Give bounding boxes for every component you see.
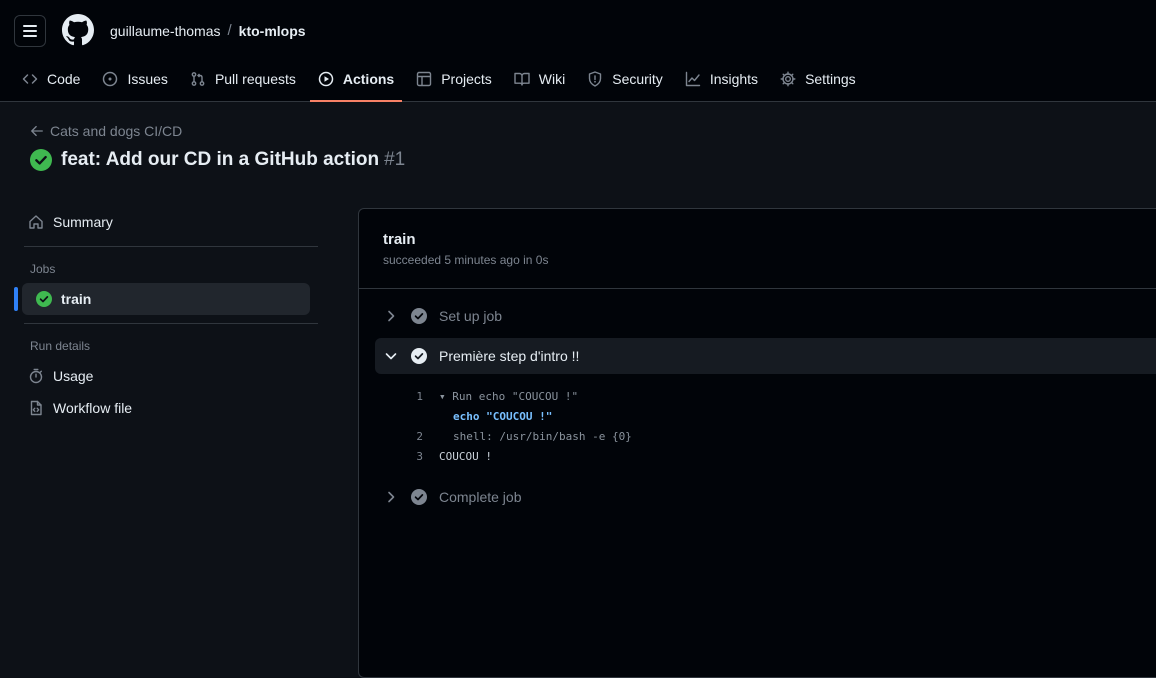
log-line[interactable]: 1 ▾ Run echo "COUCOU !" (399, 387, 632, 407)
tab-projects[interactable]: Projects (408, 58, 500, 100)
log-text: echo "COUCOU !" (453, 410, 553, 423)
success-check-icon (30, 149, 52, 171)
sidebar-item-label: train (61, 291, 92, 307)
divider (24, 323, 318, 324)
jobs-heading: Jobs (30, 262, 56, 276)
step-success-icon (411, 308, 427, 324)
sidebar-item-workflow-file[interactable]: Workflow file (14, 392, 318, 424)
run-title: feat: Add our CD in a GitHub action #1 (61, 149, 405, 171)
step-label: Set up job (439, 308, 503, 324)
chevron-down-icon (385, 353, 397, 360)
line-number: 3 (416, 450, 423, 463)
sidebar-item-label: Workflow file (53, 400, 133, 416)
log-text: COUCOU ! (439, 450, 492, 463)
divider (24, 246, 318, 247)
run-title-text: feat: Add our CD in a GitHub action (61, 149, 380, 170)
tab-label: Actions (342, 71, 395, 87)
tab-label: Insights (709, 71, 759, 87)
tab-label: Pull requests (214, 71, 296, 87)
tab-security[interactable]: Security (579, 58, 671, 100)
repo-nav: Code Issues Pull requests Actions Projec… (14, 58, 870, 102)
repo-owner-link[interactable]: guillaume-thomas (110, 22, 221, 40)
step-success-icon (411, 489, 427, 505)
step-set-up-job[interactable]: Set up job (375, 298, 1156, 334)
github-logo-icon[interactable] (62, 14, 94, 46)
line-number (399, 407, 423, 427)
sidebar-item-label: Summary (53, 214, 113, 230)
back-to-workflow-link[interactable]: Cats and dogs CI/CD (30, 123, 182, 139)
job-status: succeeded 5 minutes ago in 0s (383, 253, 549, 267)
sidebar-item-usage[interactable]: Usage (14, 360, 318, 392)
tab-label: Code (47, 71, 81, 87)
run-title-row: feat: Add our CD in a GitHub action #1 (30, 149, 405, 171)
workflow-name: Cats and dogs CI/CD (50, 123, 183, 139)
sidebar-item-job-train[interactable]: train (14, 283, 310, 315)
tab-issues[interactable]: Issues (94, 58, 175, 100)
run-details-heading: Run details (30, 339, 91, 353)
step-log: 1 ▾ Run echo "COUCOU !" echo "COUCOU !" … (399, 387, 632, 467)
graph-icon (685, 71, 701, 87)
book-icon (514, 72, 530, 86)
global-header: guillaume-thomas / kto-mlops Code Issues… (0, 0, 1156, 102)
tab-code[interactable]: Code (14, 58, 88, 100)
step-label: Première step d'intro !! (439, 348, 580, 364)
tab-label: Projects (441, 71, 492, 87)
log-line[interactable]: 3 COUCOU ! (399, 447, 632, 467)
line-number: 2 (416, 430, 423, 443)
sidebar-item-summary[interactable]: Summary (14, 206, 318, 238)
chevron-right-icon (388, 491, 395, 503)
stopwatch-icon (29, 368, 43, 384)
arrow-left-icon (31, 125, 43, 137)
tab-label: Settings (805, 71, 856, 87)
line-number: 1 (416, 390, 423, 403)
gear-icon (780, 71, 796, 87)
tab-label: Wiki (538, 71, 566, 87)
run-number: #1 (384, 149, 406, 170)
step-complete-job[interactable]: Complete job (375, 479, 1156, 515)
repo-name-link[interactable]: kto-mlops (239, 22, 306, 40)
code-icon (22, 74, 38, 84)
tab-pull-requests[interactable]: Pull requests (182, 58, 304, 100)
job-name: train (383, 231, 416, 248)
step-label: Complete job (439, 489, 522, 505)
play-icon (318, 71, 334, 87)
tab-insights[interactable]: Insights (677, 58, 766, 100)
log-text: ▾ Run echo "COUCOU !" (439, 390, 579, 403)
file-code-icon (30, 400, 42, 416)
menu-button[interactable] (14, 15, 46, 47)
job-header: train succeeded 5 minutes ago in 0s (359, 209, 1156, 289)
tab-label: Security (612, 71, 663, 87)
log-text: shell: /usr/bin/bash -e {0} (453, 430, 632, 443)
job-log-panel: train succeeded 5 minutes ago in 0s Set … (358, 208, 1156, 678)
success-check-icon (36, 291, 52, 307)
issue-icon (103, 71, 118, 87)
tab-settings[interactable]: Settings (772, 58, 864, 100)
pull-request-icon (191, 72, 205, 86)
repo-breadcrumb: guillaume-thomas / kto-mlops (110, 22, 306, 40)
sidebar-item-label: Usage (53, 368, 94, 384)
home-icon (29, 215, 43, 229)
breadcrumb-separator: / (227, 22, 232, 39)
step-success-icon (411, 348, 427, 364)
step-premiere-step[interactable]: Première step d'intro !! (375, 338, 1156, 374)
log-line[interactable]: echo "COUCOU !" (399, 407, 632, 427)
tab-actions[interactable]: Actions (309, 58, 403, 102)
shield-icon (589, 71, 602, 87)
tab-label: Issues (127, 71, 168, 87)
log-line[interactable]: 2 shell: /usr/bin/bash -e {0} (399, 427, 632, 447)
table-icon (417, 71, 432, 87)
run-sidebar: Summary Jobs train Run details Usage Wor… (14, 206, 318, 424)
tab-wiki[interactable]: Wiki (506, 58, 573, 100)
chevron-right-icon (388, 310, 395, 322)
